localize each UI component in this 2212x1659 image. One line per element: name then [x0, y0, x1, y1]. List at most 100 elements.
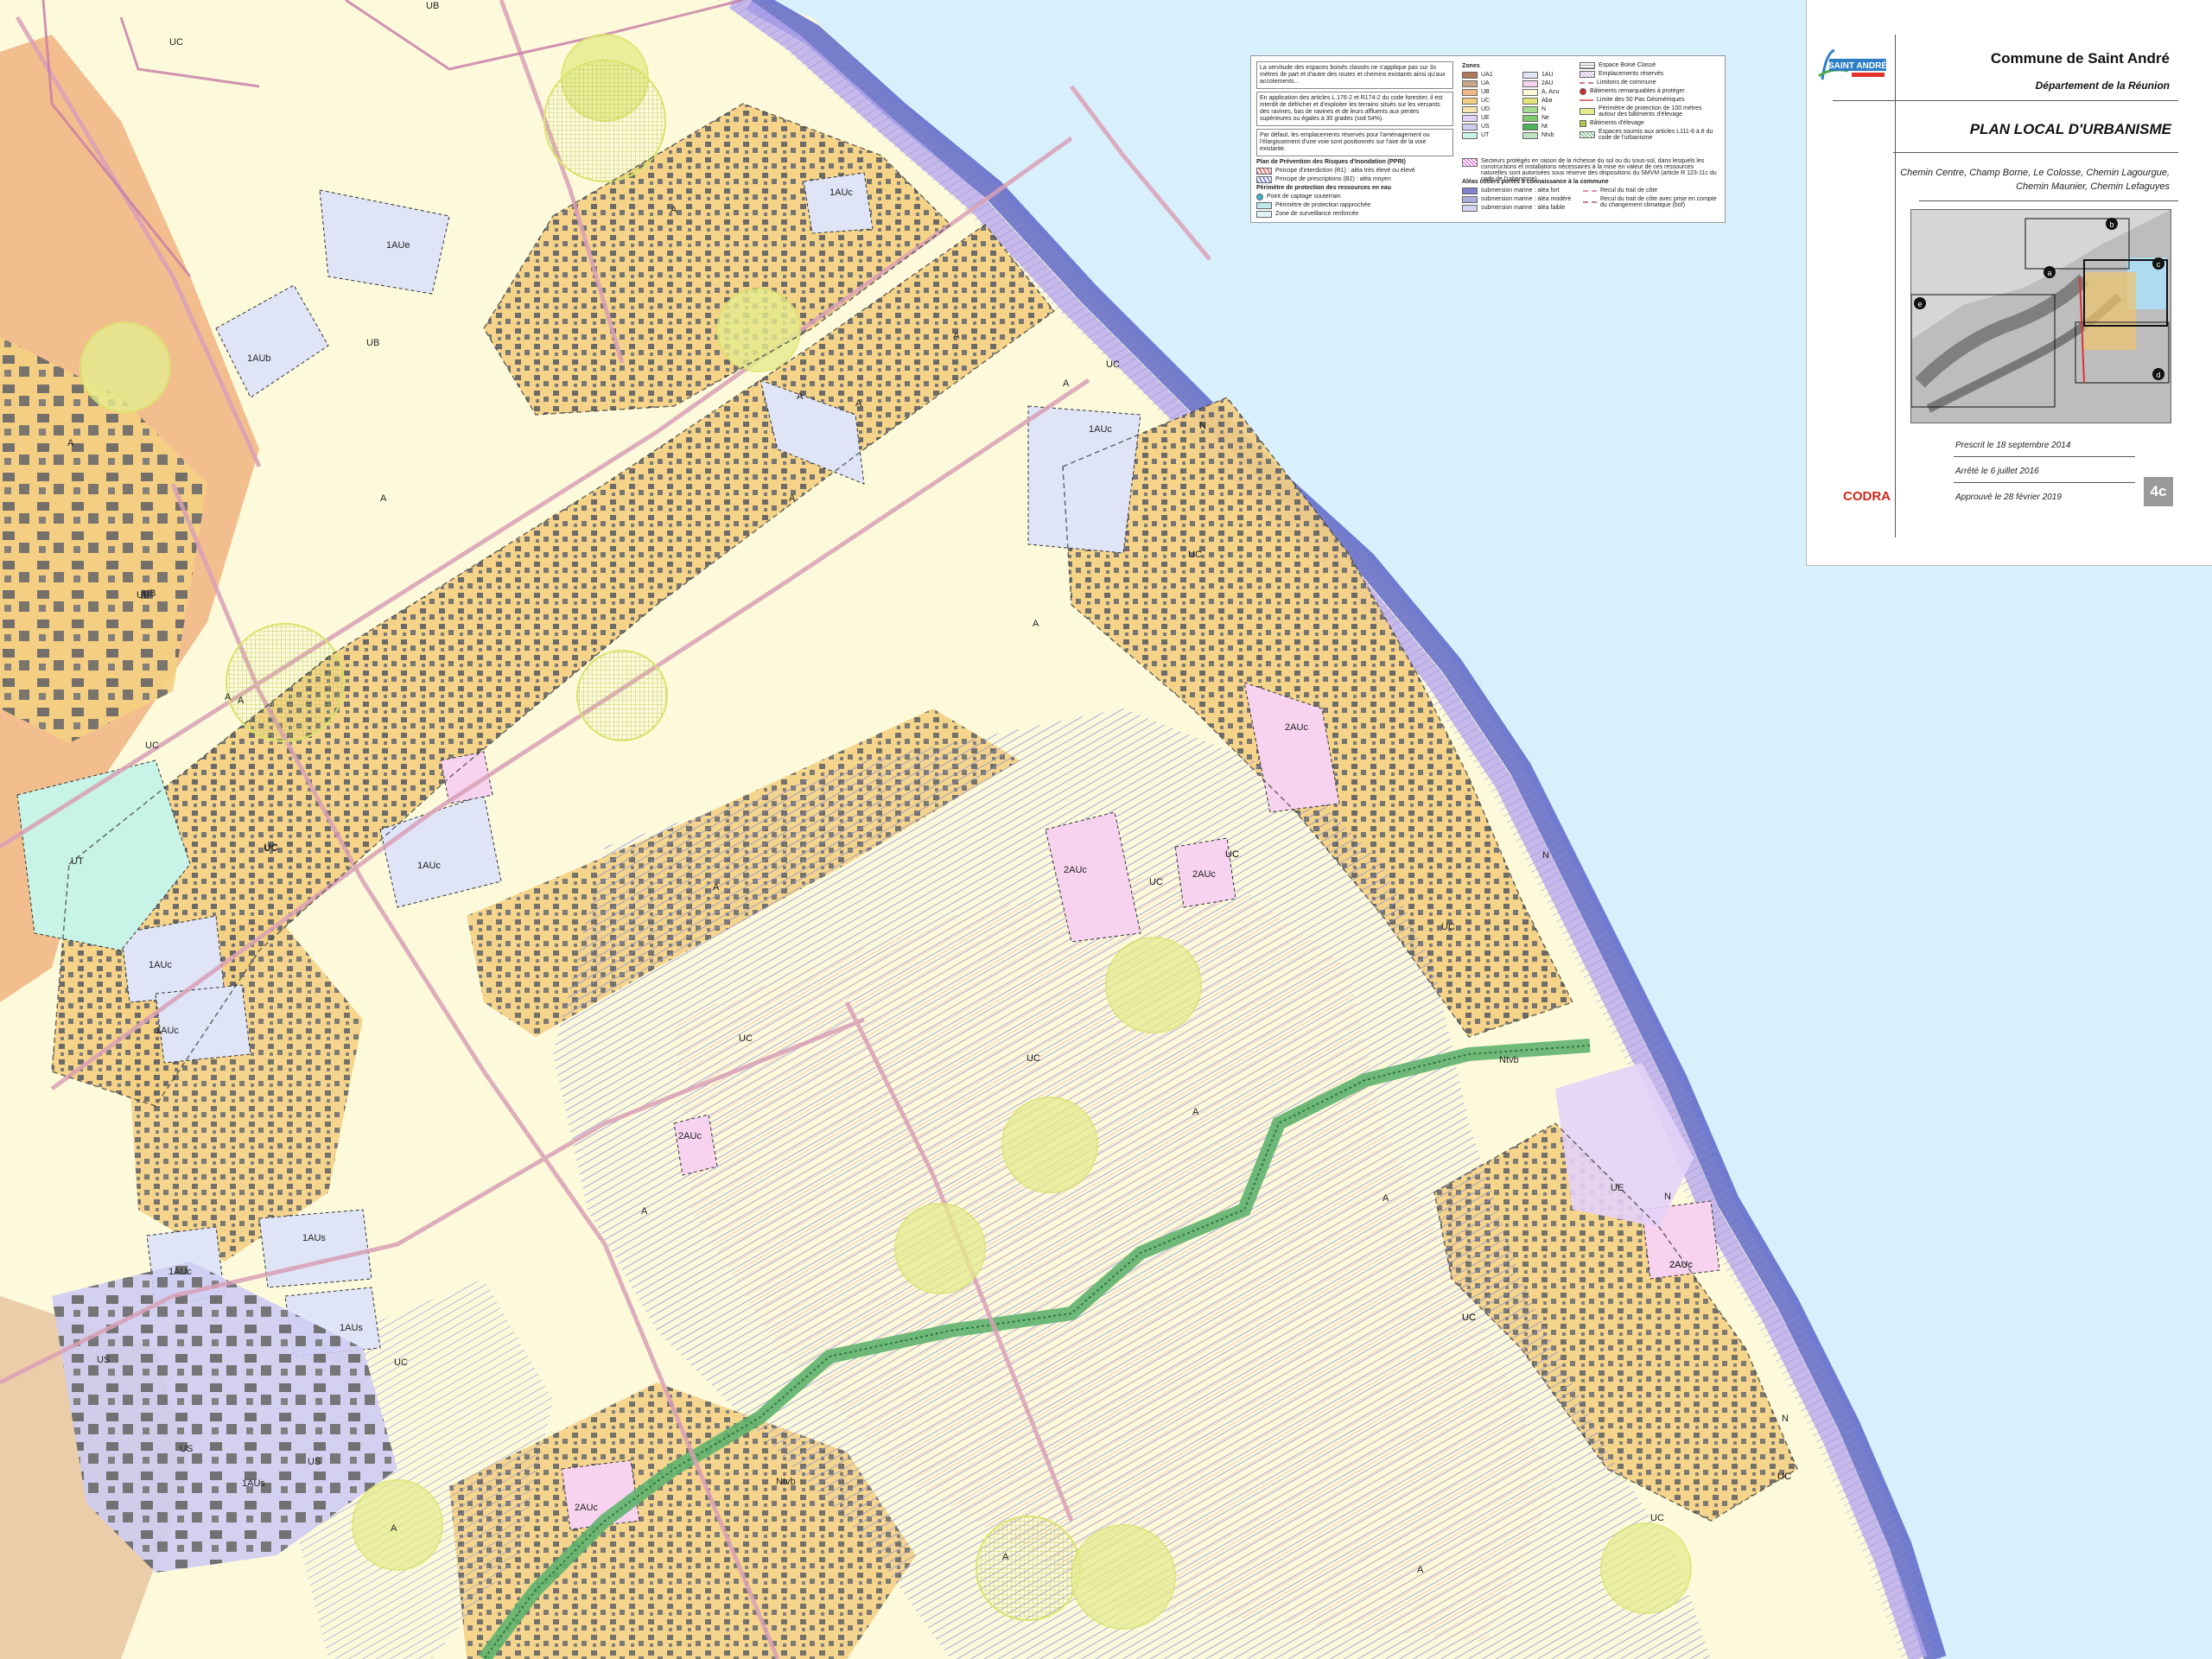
zone-label: A	[1382, 1193, 1389, 1204]
swatch-icon	[1522, 71, 1538, 79]
zone-1auc-north	[803, 172, 874, 234]
map-legend: La servitude des espaces boisés classés …	[1250, 55, 1726, 223]
date-approuve: Approuvé le 28 février 2019	[1955, 493, 2062, 502]
swatch-icon	[1583, 201, 1597, 203]
zone-label: A	[1192, 1107, 1199, 1117]
zone-label: 2AUc	[1669, 1260, 1693, 1270]
swatch-icon	[1256, 193, 1263, 200]
svg-text:SAINT ANDRÉ: SAINT ANDRÉ	[1828, 60, 1887, 71]
zone-label: 1AUc	[830, 188, 853, 198]
swatch-icon	[1522, 88, 1538, 96]
svg-text:c: c	[2157, 260, 2161, 269]
legend-zones-title: Zones	[1462, 63, 1480, 69]
zone-label: 1AUb	[247, 353, 271, 364]
zone-label: 1AUs	[340, 1323, 363, 1333]
swatch-icon	[1580, 108, 1595, 115]
zone-label: UC	[1225, 849, 1239, 860]
zone-label: UB	[366, 338, 379, 348]
swatch-icon	[1256, 201, 1272, 209]
divider	[1833, 100, 2178, 101]
svg-text:d: d	[2156, 371, 2160, 379]
zone-label: Ntvb	[776, 1477, 796, 1487]
legend-col-notes: La servitude des espaces boisés classés …	[1256, 61, 1455, 219]
swatch-icon	[1462, 114, 1478, 122]
swatch-icon	[1522, 79, 1538, 87]
zone-label: 1AUc	[168, 1267, 192, 1277]
swatch-icon	[1462, 158, 1478, 167]
swatch-icon	[1462, 71, 1478, 79]
zone-label: UC	[1462, 1313, 1476, 1323]
swatch-icon	[1580, 81, 1593, 84]
zone-label: 1AUc	[156, 1026, 179, 1036]
legend-bottom-section: Secteurs protégés en raison de la riches…	[1462, 158, 1721, 213]
zone-label: UB	[143, 588, 156, 599]
zone-label: A	[1033, 619, 1039, 629]
zone-label: A	[380, 493, 387, 504]
sheet-number: 4c	[2144, 477, 2173, 506]
legend-ppri-title: Plan de Prévention des Risques d'Inondat…	[1256, 159, 1406, 165]
zone-label: A	[225, 692, 232, 702]
zone-1auc-d	[155, 984, 251, 1064]
zone-1auc-coast	[1027, 405, 1141, 554]
title-divider	[1895, 35, 1896, 537]
zone-label: A	[797, 391, 804, 402]
swatch-icon	[1522, 97, 1538, 105]
swatch-icon	[1462, 187, 1478, 194]
zone-label: UC	[145, 741, 159, 751]
plan-title: PLAN LOCAL D'URBANISME	[1969, 121, 2171, 137]
swatch-icon	[1522, 105, 1538, 113]
zone-label: UC	[1441, 922, 1455, 932]
swatch-icon	[1522, 114, 1538, 122]
zone-label: 2AUc	[678, 1131, 702, 1141]
swatch-icon	[1462, 195, 1478, 203]
saint-andre-logo-icon: SAINT ANDRÉ	[1818, 48, 1887, 80]
legend-note-article: En application des articles L.176-2 et R…	[1256, 92, 1453, 126]
zone-label: UC	[1106, 359, 1120, 370]
swatch-icon	[1580, 99, 1593, 101]
zone-label: 1AUs	[302, 1233, 326, 1243]
date-prescrit: Prescrit le 18 septembre 2014	[1955, 441, 2071, 450]
zone-label: UC	[1149, 877, 1163, 887]
zone-label: UC	[1777, 1471, 1791, 1482]
commune-name: Commune de Saint André	[1990, 50, 2170, 67]
divider	[1893, 152, 2178, 153]
swatch-icon	[1580, 87, 1586, 95]
zone-label: A	[67, 438, 74, 448]
zone-label: A	[391, 1523, 397, 1534]
swatch-icon	[1580, 61, 1595, 69]
divider	[1954, 482, 2135, 483]
zone-label: UE	[1611, 1183, 1624, 1193]
swatch-icon	[1580, 70, 1595, 78]
zone-label: 1AUc	[417, 861, 441, 871]
title-block: SAINT ANDRÉ Commune de Saint André Dépar…	[1806, 0, 2212, 566]
zone-label: A	[1417, 1565, 1424, 1575]
legend-row: Point de captage souterrain	[1256, 193, 1455, 200]
location-inset-map[interactable]: b c a d e	[1910, 209, 2171, 423]
zone-label: 1AUe	[386, 240, 410, 251]
legend-row: Zone de surveillance renforcée	[1256, 210, 1455, 218]
legend-row: Principe de prescriptions (B2) : aléa mo…	[1256, 175, 1455, 183]
zone-label: Ntvb	[1499, 1055, 1519, 1065]
swatch-icon	[1462, 79, 1478, 87]
svg-text:b: b	[2109, 220, 2113, 229]
zone-label: A	[641, 1206, 648, 1217]
zone-label: UC	[169, 37, 183, 48]
svg-text:a: a	[2047, 269, 2051, 277]
zone-label: 1AUc	[1089, 424, 1112, 435]
zone-label: N	[1664, 1192, 1671, 1202]
zone-label: 2AUc	[575, 1503, 598, 1513]
swatch-icon	[1462, 204, 1478, 212]
department-name: Département de la Réunion	[2035, 79, 2170, 92]
swatch-icon	[1462, 88, 1478, 96]
zone-label: N	[1199, 421, 1206, 431]
zone-label: 2AUc	[1192, 869, 1216, 880]
zone-label: 2AUc	[1064, 865, 1087, 875]
swatch-icon	[1256, 167, 1272, 175]
zone-label: A	[238, 696, 245, 706]
zone-label: US	[180, 1444, 193, 1454]
agency-logo: CODRA	[1843, 489, 1891, 504]
zone-label: UC	[264, 842, 278, 853]
zone-label: 1AUc	[149, 960, 172, 970]
zone-label: UC	[1027, 1053, 1040, 1064]
zone-label: UC	[394, 1357, 408, 1368]
